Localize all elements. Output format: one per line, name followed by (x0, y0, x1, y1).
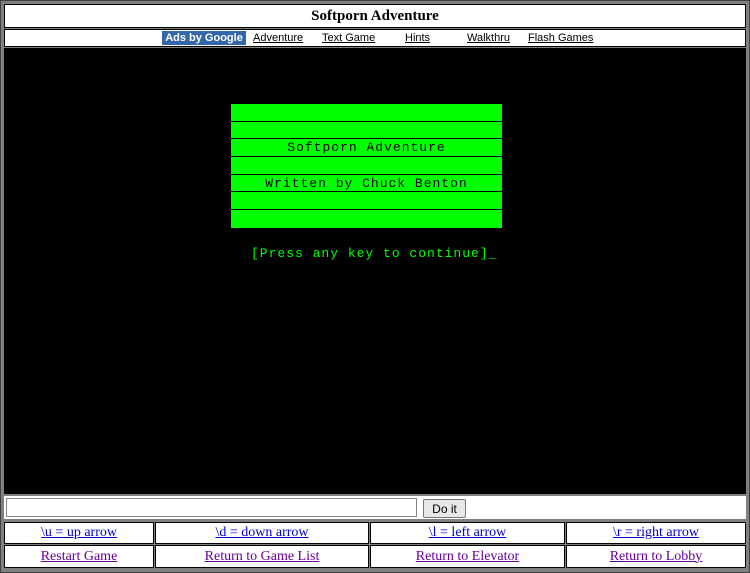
down-arrow-cell: \d = down arrow (155, 522, 369, 544)
right-arrow-cell: \r = right arrow (566, 522, 746, 544)
game-title-text: Softporn Adventure (287, 140, 446, 155)
flash-games-link[interactable]: Flash Games (528, 32, 593, 44)
left-arrow-link[interactable]: \l = left arrow (429, 525, 506, 541)
adventure-link[interactable]: Adventure (253, 32, 303, 44)
left-arrow-cell: \l = left arrow (370, 522, 565, 544)
return-to-elevator-link[interactable]: Return to Elevator (416, 549, 519, 565)
return-to-game-list-link[interactable]: Return to Game List (205, 549, 320, 565)
lobby-cell: Return to Lobby (566, 545, 746, 568)
banner-divider (231, 138, 502, 139)
right-arrow-link[interactable]: \r = right arrow (613, 525, 699, 541)
author-text: Written by Chuck Benton (265, 176, 468, 191)
link-bar: Ads by Google Adventure Text Game Hints … (4, 29, 746, 47)
command-row: Do it (4, 496, 746, 519)
page-title: Softporn Adventure (4, 4, 746, 28)
restart-game-link[interactable]: Restart Game (41, 549, 118, 565)
banner-divider (231, 174, 502, 175)
banner-divider (231, 209, 502, 210)
command-input[interactable] (6, 498, 417, 517)
up-arrow-link[interactable]: \u = up arrow (41, 525, 117, 541)
down-arrow-link[interactable]: \d = down arrow (215, 525, 308, 541)
continue-prompt: [Press any key to continue]_ (251, 246, 498, 261)
return-to-lobby-link[interactable]: Return to Lobby (610, 549, 703, 565)
banner-divider (231, 121, 502, 122)
do-it-button[interactable]: Do it (423, 499, 466, 518)
hints-link[interactable]: Hints (405, 32, 430, 44)
game-list-cell: Return to Game List (155, 545, 369, 568)
walkthru-link[interactable]: Walkthru (467, 32, 510, 44)
banner-divider (231, 156, 502, 157)
text-game-link[interactable]: Text Game (322, 32, 375, 44)
restart-game-cell: Restart Game (4, 545, 154, 568)
game-screen[interactable]: Softporn Adventure Written by Chuck Bent… (4, 48, 746, 494)
title-banner: Softporn Adventure Written by Chuck Bent… (231, 104, 502, 228)
elevator-cell: Return to Elevator (370, 545, 565, 568)
ads-by-google-link[interactable]: Ads by Google (162, 31, 246, 45)
banner-divider (231, 191, 502, 192)
up-arrow-cell: \u = up arrow (4, 522, 154, 544)
